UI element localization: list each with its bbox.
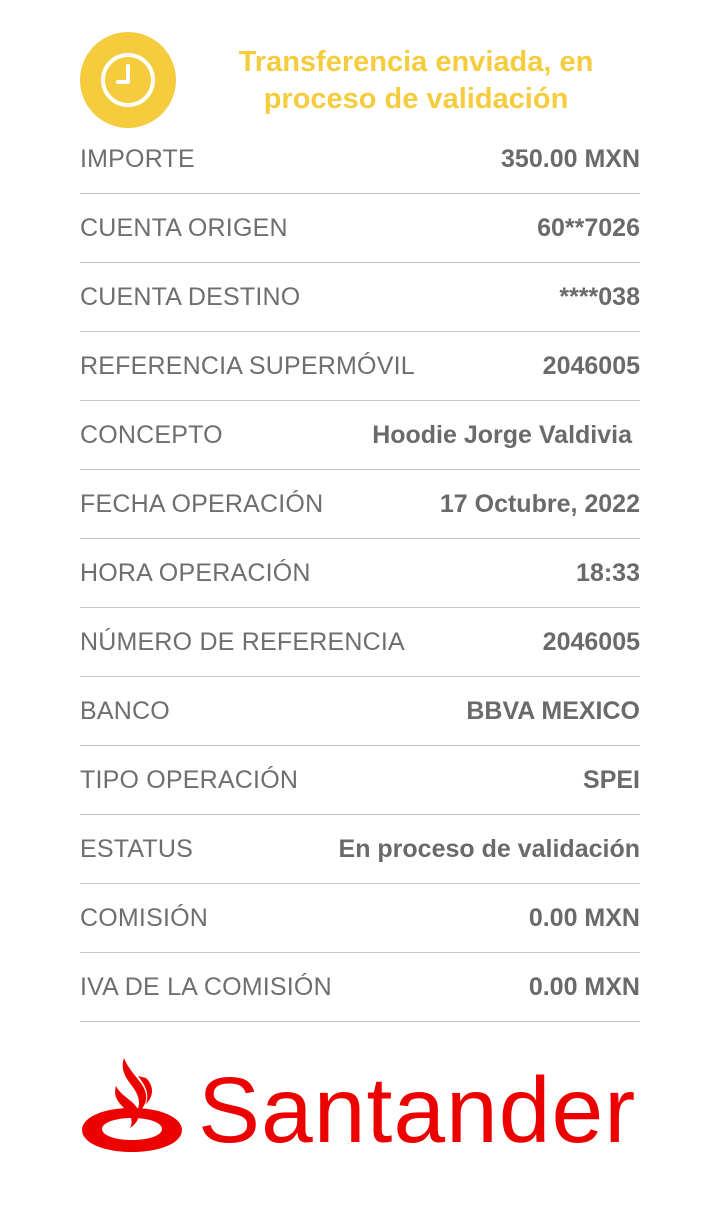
detail-label: ESTATUS: [80, 835, 193, 863]
detail-row-referencia-supermovil: REFERENCIA SUPERMÓVIL 2046005: [80, 333, 640, 401]
detail-row-hora-operacion: HORA OPERACIÓN 18:33: [80, 540, 640, 608]
detail-label: CUENTA ORIGEN: [80, 214, 288, 242]
santander-logo: Santander: [80, 1056, 640, 1162]
brand-name: Santander: [198, 1058, 637, 1162]
status-title-line2: proceso de validación: [263, 83, 569, 115]
detail-row-banco: BANCO BBVA MEXICO: [80, 678, 640, 746]
detail-row-concepto: CONCEPTO Hoodie Jorge Valdivia: [80, 402, 640, 470]
detail-label: NÚMERO DE REFERENCIA: [80, 628, 405, 656]
detail-value: BBVA MEXICO: [466, 697, 640, 725]
status-title: Transferencia enviada, en proceso de val…: [196, 44, 636, 118]
detail-row-importe: IMPORTE 350.00 MXN: [80, 126, 640, 194]
detail-value: 2046005: [542, 628, 640, 656]
detail-label: COMISIÓN: [80, 904, 208, 932]
detail-value: 17 Octubre, 2022: [439, 490, 640, 518]
detail-value: En proceso de validación: [338, 835, 640, 863]
detail-value: ****038: [559, 283, 640, 311]
detail-label: TIPO OPERACIÓN: [80, 766, 299, 794]
detail-label: IVA DE LA COMISIÓN: [80, 973, 332, 1001]
detail-label: CUENTA DESTINO: [80, 283, 301, 311]
detail-value: 60**7026: [537, 214, 640, 242]
detail-label: HORA OPERACIÓN: [80, 559, 311, 587]
detail-row-numero-referencia: NÚMERO DE REFERENCIA 2046005: [80, 609, 640, 677]
santander-flame-icon: [82, 1058, 182, 1152]
details-list: IMPORTE 350.00 MXN CUENTA ORIGEN 60**702…: [80, 126, 640, 1023]
detail-value: Hoodie Jorge Valdivia: [372, 421, 632, 449]
detail-row-iva-comision: IVA DE LA COMISIÓN 0.00 MXN: [80, 954, 640, 1022]
status-title-line1: Transferencia enviada, en: [238, 46, 594, 78]
detail-row-cuenta-origen: CUENTA ORIGEN 60**7026: [80, 195, 640, 263]
detail-label: FECHA OPERACIÓN: [80, 490, 324, 518]
detail-row-estatus: ESTATUS En proceso de validación: [80, 816, 640, 884]
clock-icon: [80, 32, 176, 128]
detail-row-fecha-operacion: FECHA OPERACIÓN 17 Octubre, 2022: [80, 471, 640, 539]
detail-label: REFERENCIA SUPERMÓVIL: [80, 352, 415, 380]
detail-value: 0.00 MXN: [528, 973, 640, 1001]
detail-value: 350.00 MXN: [501, 145, 640, 173]
detail-value: 18:33: [576, 559, 640, 587]
detail-row-cuenta-destino: CUENTA DESTINO ****038: [80, 264, 640, 332]
detail-value: 0.00 MXN: [528, 904, 640, 932]
receipt-header: Transferencia enviada, en proceso de val…: [0, 0, 720, 140]
detail-row-tipo-operacion: TIPO OPERACIÓN SPEI: [80, 747, 640, 815]
detail-row-comision: COMISIÓN 0.00 MXN: [80, 885, 640, 953]
detail-value: SPEI: [583, 766, 640, 794]
detail-value: 2046005: [542, 352, 640, 380]
detail-label: CONCEPTO: [80, 421, 223, 449]
detail-label: BANCO: [80, 697, 170, 725]
detail-label: IMPORTE: [80, 145, 195, 173]
